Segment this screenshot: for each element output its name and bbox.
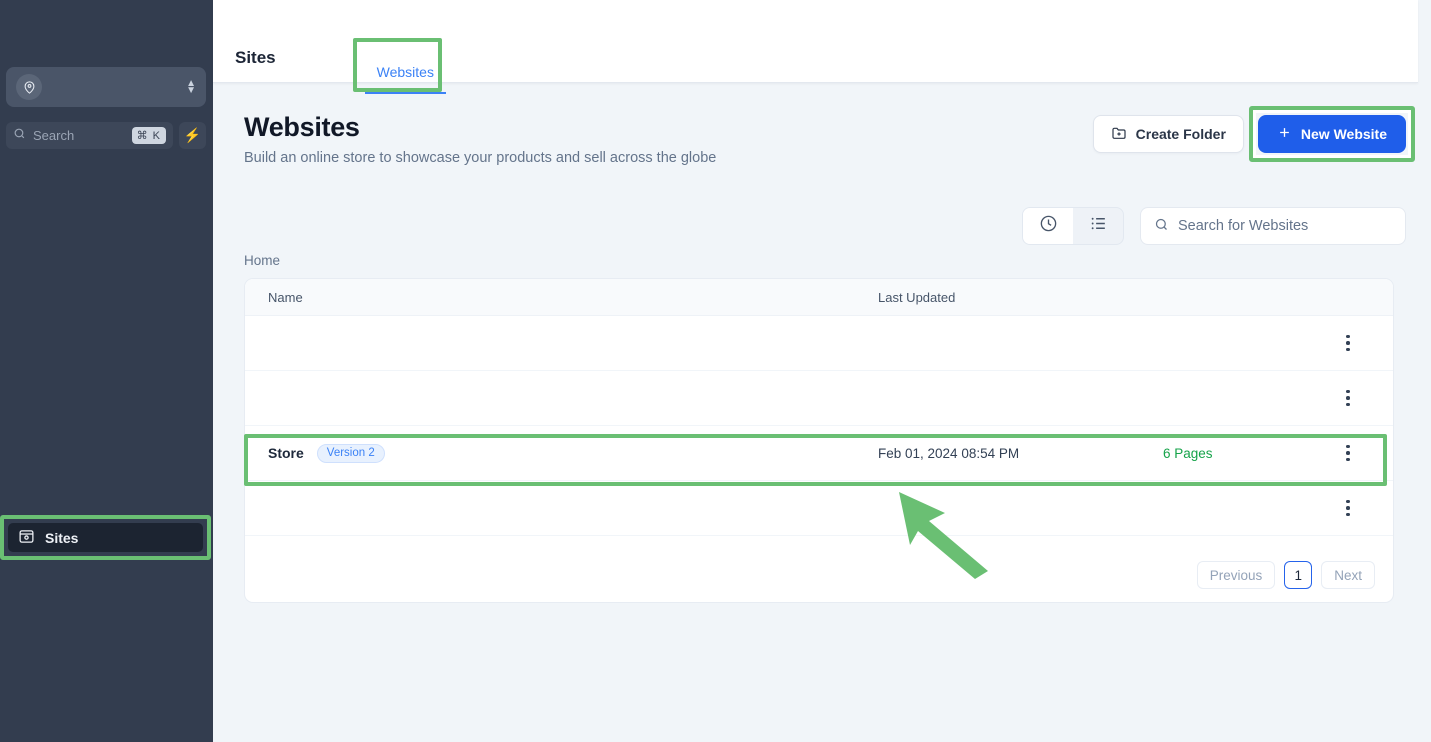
search-websites-placeholder: Search for Websites: [1178, 218, 1309, 234]
row-menu-button[interactable]: [1303, 389, 1393, 407]
kebab-menu-icon: [1346, 389, 1350, 407]
new-website-wrapper: New Website: [1248, 106, 1415, 162]
version-badge: Version 2: [316, 443, 385, 463]
pagination-previous-button[interactable]: Previous: [1196, 561, 1276, 589]
row-menu-button[interactable]: [1303, 444, 1393, 462]
row-menu-button[interactable]: [1303, 499, 1393, 517]
top-tabbar: Sites Websites: [213, 0, 1418, 94]
table-row[interactable]: [245, 316, 1393, 371]
search-shortcut-badge: ⌘ K: [131, 127, 166, 144]
pagination: Previous 1 Next: [1196, 561, 1375, 589]
search-icon: [13, 127, 26, 145]
breadcrumb[interactable]: Home: [244, 253, 280, 268]
list-icon: [1089, 214, 1108, 238]
annotation-highlight-sites: [0, 515, 211, 560]
kebab-menu-icon: [1346, 499, 1350, 517]
table-row[interactable]: [245, 481, 1393, 536]
column-header-last-updated: Last Updated: [878, 289, 956, 305]
row-last-updated: Feb 01, 2024 08:54 PM: [878, 445, 1020, 461]
row-name: Store: [268, 445, 304, 461]
pagination-next-button[interactable]: Next: [1321, 561, 1375, 589]
create-folder-button[interactable]: Create Folder: [1092, 115, 1244, 153]
create-folder-label: Create Folder: [1135, 126, 1226, 142]
clock-icon: [1039, 214, 1058, 238]
page-title: Websites: [244, 112, 360, 142]
table-header: Name Last Updated: [245, 279, 1393, 316]
bolt-icon[interactable]: ⚡: [179, 122, 206, 149]
list-view-button[interactable]: [1073, 208, 1123, 244]
kebab-menu-icon: [1346, 334, 1350, 352]
row-menu-button[interactable]: [1303, 334, 1393, 352]
main-content: Sites Websites Websites Build an online …: [213, 0, 1431, 742]
tab-websites-wrapper: Websites: [352, 38, 446, 94]
page-subtitle: Build an online store to showcase your p…: [244, 150, 717, 166]
tab-websites[interactable]: Websites: [364, 64, 446, 94]
tab-sites[interactable]: Sites: [235, 48, 276, 68]
row-pages: 6 Pages: [1163, 445, 1213, 461]
pagination-page-1[interactable]: 1: [1284, 561, 1313, 589]
search-input[interactable]: Search ⌘ K: [6, 122, 173, 149]
list-toolbar: Search for Websites: [1022, 207, 1406, 245]
page-heading-block: Websites Build an online store to showca…: [244, 112, 716, 166]
annotation-highlight-new-website: [1248, 106, 1415, 162]
search-placeholder: Search: [33, 128, 75, 143]
row-name-cell: Store Version 2: [268, 443, 878, 463]
kebab-menu-icon: [1346, 444, 1350, 462]
header-actions: Create Folder New Website: [1092, 106, 1415, 162]
app-root: ▲ ▼ Search ⌘ K ⚡ Sites Sites Websites We…: [0, 0, 1431, 742]
view-toggle-group: [1022, 207, 1124, 245]
sidebar-search-row: Search ⌘ K ⚡: [6, 122, 206, 149]
chevron-updown-icon: ▲ ▼: [186, 78, 196, 96]
workspace-selector[interactable]: ▲ ▼: [6, 67, 206, 107]
column-header-name: Name: [268, 289, 303, 305]
table-row[interactable]: [245, 371, 1393, 426]
websites-table-card: Name Last Updated Store Version 2 Feb 01…: [244, 278, 1394, 603]
recent-view-button[interactable]: [1023, 208, 1073, 244]
search-websites-input[interactable]: Search for Websites: [1140, 207, 1406, 245]
sidebar: ▲ ▼ Search ⌘ K ⚡ Sites: [0, 0, 213, 742]
search-icon: [1154, 217, 1169, 236]
user-location-icon: [16, 74, 42, 100]
folder-plus-icon: [1111, 125, 1127, 144]
table-row-store[interactable]: Store Version 2 Feb 01, 2024 08:54 PM 6 …: [245, 426, 1393, 481]
